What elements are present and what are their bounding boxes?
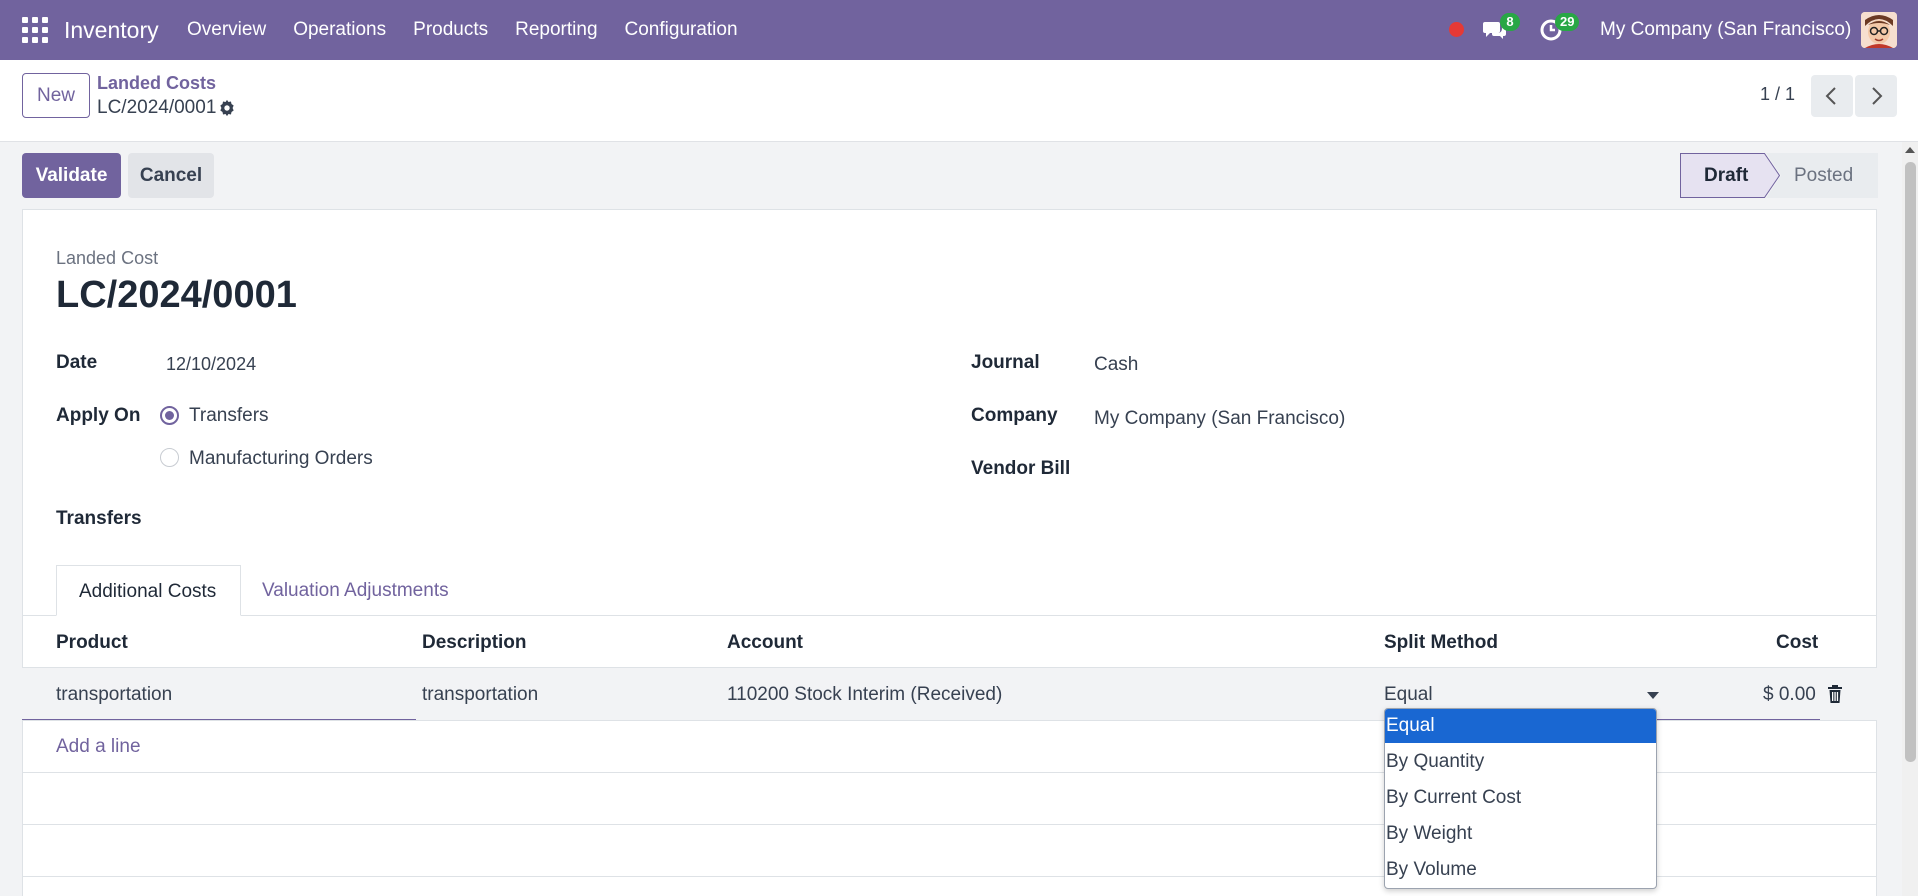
- add-line-link[interactable]: Add a line: [56, 736, 141, 758]
- trash-icon[interactable]: [1827, 685, 1843, 704]
- validate-button[interactable]: Validate: [22, 153, 121, 198]
- breadcrumb-record-name: LC/2024/0001: [97, 97, 217, 118]
- pager-previous-button[interactable]: [1811, 75, 1853, 117]
- scroll-up-arrow-icon[interactable]: [1905, 147, 1915, 153]
- vendor-bill-label: Vendor Bill: [971, 458, 1071, 479]
- date-label: Date: [56, 352, 98, 373]
- page-scrollbar[interactable]: [1902, 142, 1918, 896]
- company-field[interactable]: My Company (San Francisco): [1094, 408, 1345, 430]
- option-by-quantity[interactable]: By Quantity: [1385, 745, 1656, 779]
- date-field[interactable]: 12/10/2024: [166, 354, 256, 375]
- journal-label: Journal: [971, 352, 1040, 373]
- cell-cost[interactable]: $ 0.00: [1763, 684, 1816, 706]
- app-brand[interactable]: Inventory: [64, 17, 159, 44]
- user-avatar[interactable]: [1861, 12, 1897, 48]
- radio-manufacturing-orders-label[interactable]: Manufacturing Orders: [189, 448, 373, 470]
- column-account[interactable]: Account: [727, 632, 803, 654]
- radio-transfers-label[interactable]: Transfers: [189, 405, 269, 427]
- control-panel: New Landed Costs LC/2024/0001 1 / 1: [0, 60, 1918, 142]
- menu-configuration[interactable]: Configuration: [625, 19, 738, 41]
- option-equal[interactable]: Equal: [1385, 709, 1656, 743]
- cell-split-method[interactable]: Equal: [1384, 684, 1433, 706]
- tab-additional-costs[interactable]: Additional Costs: [56, 565, 241, 616]
- radio-manufacturing-orders[interactable]: [160, 448, 179, 467]
- cell-account[interactable]: 110200 Stock Interim (Received): [727, 684, 1002, 706]
- stage-draft[interactable]: Draft: [1704, 165, 1748, 187]
- apps-grid-icon[interactable]: [22, 17, 48, 43]
- menu-products[interactable]: Products: [413, 19, 488, 41]
- column-split-method[interactable]: Split Method: [1384, 632, 1498, 654]
- menu-reporting[interactable]: Reporting: [515, 19, 597, 41]
- new-button[interactable]: New: [22, 73, 90, 118]
- option-by-volume[interactable]: By Volume: [1385, 853, 1656, 887]
- menu-operations[interactable]: Operations: [293, 19, 386, 41]
- tab-valuation-adjustments[interactable]: Valuation Adjustments: [240, 565, 471, 616]
- apply-on-label: Apply On: [56, 405, 141, 426]
- chevron-left-icon: [1825, 87, 1836, 105]
- top-navbar: Inventory Overview Operations Products R…: [0, 0, 1918, 60]
- cell-product[interactable]: transportation: [56, 684, 172, 706]
- stage-posted[interactable]: Posted: [1794, 165, 1853, 187]
- caret-down-icon[interactable]: [1647, 692, 1659, 699]
- status-bar: Posted Draft: [1680, 153, 1878, 198]
- record-type-label: Landed Cost: [56, 248, 159, 268]
- split-method-dropdown: Equal By Quantity By Current Cost By Wei…: [1384, 708, 1657, 889]
- main-menu: Overview Operations Products Reporting C…: [187, 19, 765, 41]
- pager-next-button[interactable]: [1855, 75, 1897, 117]
- cell-description[interactable]: transportation: [422, 684, 538, 706]
- option-by-weight[interactable]: By Weight: [1385, 817, 1656, 851]
- menu-overview[interactable]: Overview: [187, 19, 266, 41]
- company-label: Company: [971, 405, 1058, 426]
- avatar-face-icon: [1861, 12, 1897, 48]
- transfers-label: Transfers: [56, 508, 142, 529]
- chat-count-badge: 8: [1500, 13, 1520, 31]
- option-by-current-cost[interactable]: By Current Cost: [1385, 781, 1656, 815]
- column-product[interactable]: Product: [56, 632, 128, 654]
- chevron-right-icon: [1872, 87, 1883, 105]
- record-title: LC/2024/0001: [56, 274, 297, 316]
- radio-transfers[interactable]: [160, 406, 179, 425]
- column-cost[interactable]: Cost: [1776, 632, 1818, 654]
- breadcrumb-landed-costs[interactable]: Landed Costs: [97, 73, 216, 94]
- gear-icon[interactable]: [218, 99, 236, 117]
- pager-value[interactable]: 1 / 1: [1760, 84, 1795, 105]
- column-description[interactable]: Description: [422, 632, 527, 654]
- cancel-button[interactable]: Cancel: [128, 153, 214, 198]
- journal-field[interactable]: Cash: [1094, 354, 1138, 376]
- company-switcher[interactable]: My Company (San Francisco): [1600, 19, 1851, 41]
- recording-dot-icon[interactable]: [1449, 22, 1464, 37]
- activity-count-badge: 29: [1555, 13, 1580, 31]
- scroll-thumb[interactable]: [1905, 162, 1916, 762]
